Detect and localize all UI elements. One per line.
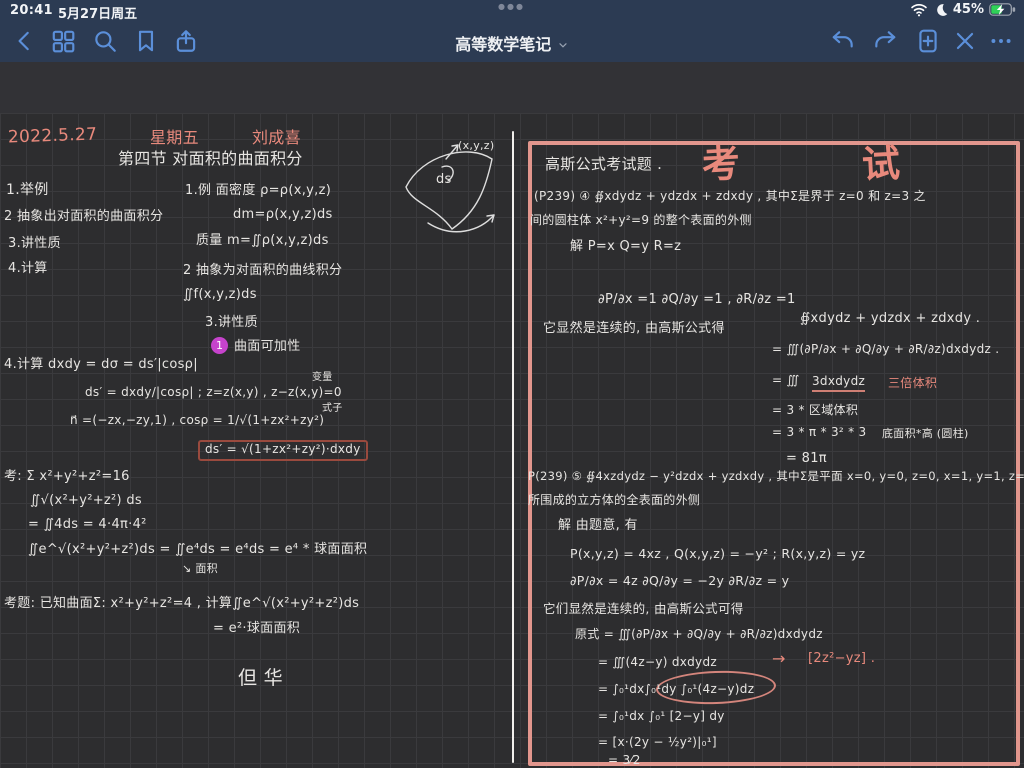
handwriting-line: n⃗ =(−zx,−zy,1) , cosρ = 1/√(1+zx²+zy²)	[70, 414, 324, 428]
note-canvas[interactable]: 1 2022.5.27 星期五 刘成喜第四节 对面积的曲面积分 1.举例 2 抽象出对面…	[0, 113, 1024, 768]
handwriting-line: ∬e^√(x²+y²+z²)ds = ∬e⁴ds = e⁴ds = e⁴ * 球…	[28, 543, 367, 558]
handwriting-line: [2z²−yz] .	[808, 652, 875, 667]
handwriting-line: 2 抽象为对面积的曲线积分	[183, 264, 342, 279]
undo-button[interactable]	[830, 28, 856, 54]
handwriting-line: dm=ρ(x,y,z)ds	[233, 208, 333, 223]
handwriting-line: ↘ 面积	[182, 563, 218, 576]
handwriting-line: 式子	[322, 403, 343, 415]
handwriting-line: 它们显然是连续的, 由高斯公式可得	[543, 602, 744, 616]
handwriting-line: 高斯公式考试题 .	[545, 156, 662, 173]
add-page-button[interactable]	[915, 28, 941, 54]
handwriting-line: 所围成的立方体的全表面的外侧	[528, 494, 700, 508]
handwriting-line: ∂P/∂x = 4z ∂Q/∂y = −2y ∂R/∂z = y	[570, 574, 789, 588]
handwriting-line: 间的圆柱体 x²+y²=9 的整个表面的外侧	[530, 214, 752, 228]
handwriting-line: ds′ = √(1+zx²+zy²)·dxdy	[198, 440, 368, 461]
close-button[interactable]	[952, 28, 978, 54]
battery-percent: 45%	[953, 2, 984, 17]
handwriting-line: 1.例 面密度 ρ=ρ(x,y,z)	[185, 184, 331, 199]
handwriting-line: 考题: 已知曲面Σ: x²+y²+z²=4 , 计算∬e^√(x²+y²+z²)…	[4, 597, 359, 612]
handwriting-line: = ∭	[772, 374, 799, 388]
handwriting-line: 3dxdydz	[812, 375, 865, 392]
handwriting-line: = ∭(4z−y) dxdydz	[598, 656, 717, 670]
handwriting-line: 刘成喜	[252, 129, 301, 147]
handwriting-line: ∯xdydz + ydzdx + zdxdy .	[800, 312, 980, 327]
status-date: 5月27日周五	[58, 3, 137, 22]
handwriting-line: 3.讲性质	[8, 237, 61, 252]
handwriting-line: = ∫₀¹dx∫₀¹dy ∫₀¹(4z−y)dz	[598, 683, 754, 697]
handwriting-line: = 3⁄2	[608, 754, 641, 768]
handwriting-line: ∬√(x²+y²+z²) ds	[30, 494, 142, 509]
handwriting-line: = 81π	[786, 452, 827, 467]
handwriting-line: 解 由题意, 有	[558, 519, 638, 534]
handwriting-line: (P239) ④ ∯xdydz + ydzdx + zdxdy , 其中Σ是界于…	[534, 190, 926, 204]
battery-charging-icon	[989, 3, 1016, 16]
handwriting-line: 曲面可加性	[234, 340, 301, 355]
handwriting-line: 解 P=x Q=y R=z	[570, 240, 681, 255]
header-bar: 20:41 5月27日周五 ●●● 45%	[0, 0, 1024, 62]
handwriting-line: 2 抽象出对面积的曲面积分	[4, 210, 163, 225]
redo-button[interactable]	[872, 28, 898, 54]
surface-sketch	[398, 135, 510, 253]
handwriting-line: = e²·球面面积	[213, 622, 300, 637]
handwriting-line: 但 华	[238, 668, 283, 690]
handwriting-line: 第四节 对面积的曲面积分	[118, 150, 303, 168]
handwriting-line: (x,y,z)	[458, 140, 494, 153]
property-number-badge: 1	[211, 337, 228, 354]
handwriting-line: 试	[861, 142, 902, 188]
handwriting-line: = ∭(∂P/∂x + ∂Q/∂y + ∂R/∂z)dxdydz .	[772, 343, 999, 357]
handwriting-line: 4.计算	[8, 262, 48, 277]
wifi-icon	[910, 3, 928, 17]
handwriting-line: ds	[436, 173, 452, 188]
handwriting-line: →	[772, 650, 786, 668]
document-title[interactable]: 高等数学笔记	[0, 31, 1024, 55]
drawing-toolbar	[0, 62, 1024, 114]
status-bar: 20:41 5月27日周五 ●●● 45%	[0, 0, 1024, 22]
handwriting-line: ∬f(x,y,z)ds	[183, 288, 257, 303]
handwriting-line: = 3 * 区域体积	[772, 404, 858, 418]
exam-highlight-frame	[528, 141, 1020, 766]
handwriting-line: P(239) ⑤ ∯4xzdydz − y²dzdx + yzdxdy , 其中…	[528, 470, 1024, 483]
goodnotes-app-window: 20:41 5月27日周五 ●●● 45%	[0, 0, 1024, 768]
handwriting-line: 底面积*高 (圆柱)	[882, 428, 969, 441]
status-time: 20:41	[10, 3, 53, 18]
chevron-down-icon	[557, 39, 569, 51]
handwriting-line: 1.举例	[6, 182, 49, 198]
handwriting-line: 2022.5.27	[8, 125, 98, 148]
handwriting-line: ∂P/∂x =1 ∂Q/∂y =1 , ∂R/∂z =1	[598, 293, 796, 308]
handwriting-line: = ∬4ds = 4·4π·4²	[28, 518, 147, 533]
handwriting-line: 变量	[312, 372, 333, 384]
handwriting-line: = ∫₀¹dx ∫₀¹ [2−y] dy	[598, 710, 725, 724]
page-divider-line	[512, 131, 514, 763]
more-button[interactable]	[988, 28, 1014, 54]
handwriting-line: 原式 = ∭(∂P/∂x + ∂Q/∂y + ∂R/∂z)dxdydz	[575, 628, 823, 642]
handwriting-line: 三倍体积	[888, 377, 937, 391]
multitasking-indicator: ●●●	[498, 2, 525, 11]
handwriting-line: 它显然是连续的, 由高斯公式得	[543, 322, 725, 337]
handwriting-line: P(x,y,z) = 4xz , Q(x,y,z) = −y² ; R(x,y,…	[570, 547, 865, 561]
handwriting-line: 4.计算 dxdy = dσ = ds′|cosρ|	[4, 358, 198, 373]
handwriting-line: 3.讲性质	[205, 316, 258, 331]
handwriting-line: ds′ = dxdy/|cosρ| ; z=z(x,y) , z−z(x,y)=…	[85, 386, 342, 400]
handwriting-line: 考	[701, 142, 742, 188]
handwriting-line: = [x·(2y − ½y²)|₀¹]	[598, 736, 717, 750]
handwriting-line: = 3 * π * 3² * 3	[772, 426, 867, 440]
moon-icon	[933, 3, 948, 17]
handwriting-line: 质量 m=∬ρ(x,y,z)ds	[196, 234, 329, 249]
handwriting-line: 星期五	[150, 129, 199, 147]
handwriting-line: 考: Σ x²+y²+z²=16	[4, 470, 130, 485]
